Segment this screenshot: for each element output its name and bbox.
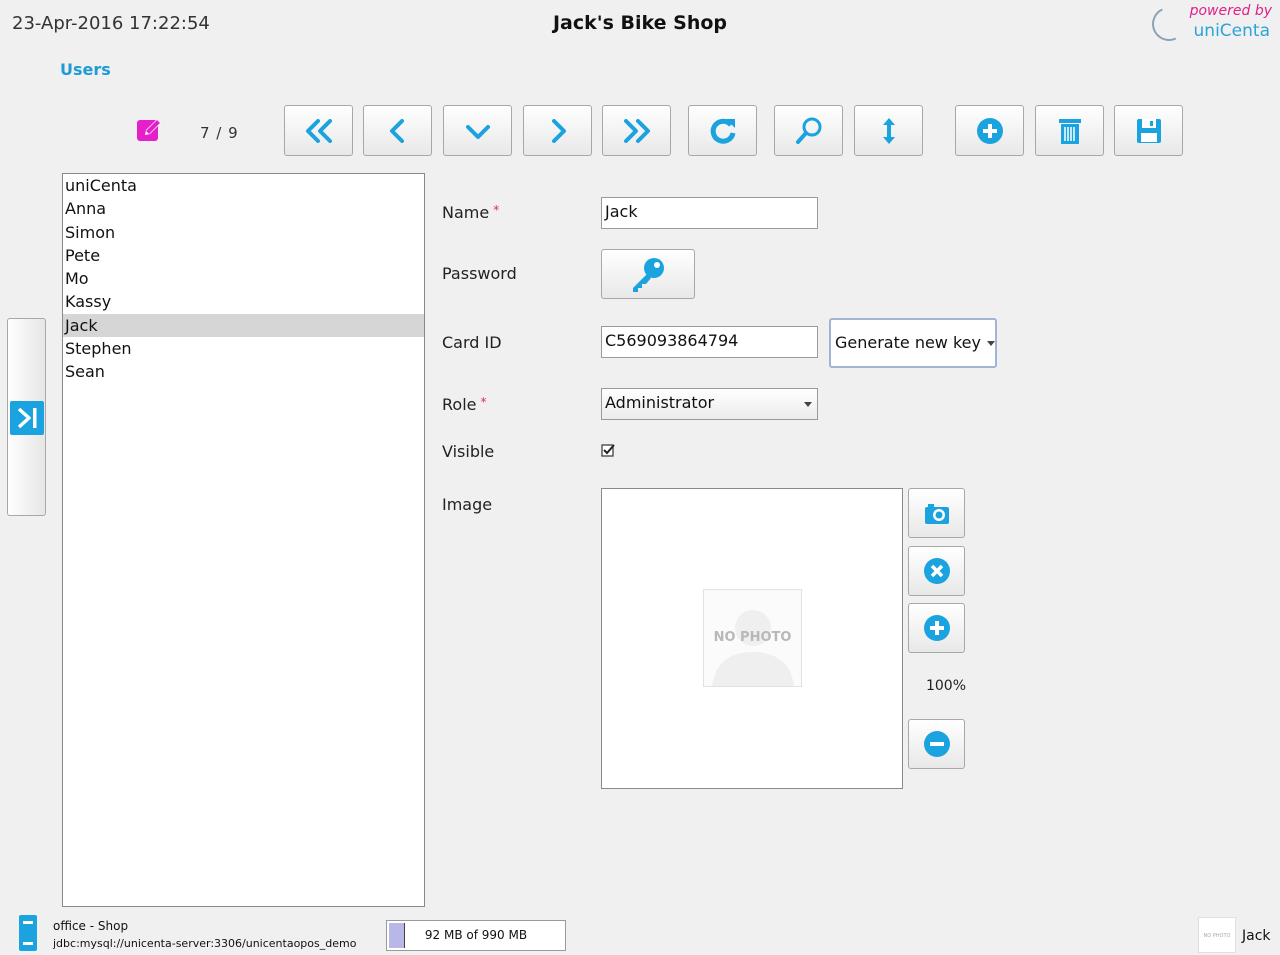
side-panel-toggle[interactable] bbox=[7, 318, 46, 516]
user-list[interactable]: uniCenta Anna Simon Pete Mo Kassy Jack S… bbox=[62, 173, 425, 907]
search-icon bbox=[795, 117, 821, 144]
minus-circle-icon bbox=[923, 731, 950, 757]
generate-key-label: Generate new key bbox=[835, 333, 981, 352]
memory-usage-bar[interactable]: 92 MB of 990 MB bbox=[386, 920, 566, 951]
page-title: Users bbox=[60, 60, 111, 79]
double-chevron-left-icon bbox=[305, 118, 332, 143]
password-button[interactable] bbox=[601, 249, 695, 299]
list-item[interactable]: Simon bbox=[63, 221, 424, 244]
no-photo-text: NO PHOTO bbox=[713, 630, 792, 645]
server-icon bbox=[19, 915, 37, 951]
zoom-level: 100% bbox=[925, 678, 967, 694]
reload-button[interactable] bbox=[688, 105, 757, 156]
list-item[interactable]: Mo bbox=[63, 267, 424, 290]
edit-icon bbox=[135, 115, 165, 145]
first-record-button[interactable] bbox=[284, 105, 353, 156]
new-record-button[interactable] bbox=[955, 105, 1024, 156]
card-id-label: Card ID bbox=[442, 333, 502, 352]
name-field[interactable]: Jack bbox=[601, 197, 818, 229]
sort-button[interactable] bbox=[854, 105, 923, 156]
last-record-button[interactable] bbox=[602, 105, 671, 156]
list-item[interactable]: Pete bbox=[63, 244, 424, 267]
brand-ring-icon bbox=[1147, 2, 1191, 46]
zoom-in-button[interactable] bbox=[908, 603, 965, 653]
chevron-down-icon bbox=[465, 124, 490, 139]
chevron-down-icon bbox=[804, 402, 812, 407]
refresh-icon bbox=[710, 118, 735, 144]
visible-checkbox[interactable] bbox=[601, 443, 616, 458]
delete-record-button[interactable] bbox=[1035, 105, 1104, 156]
list-item[interactable]: uniCenta bbox=[63, 174, 424, 197]
search-button[interactable] bbox=[774, 105, 843, 156]
required-marker: * bbox=[480, 395, 487, 409]
user-avatar: NO PHOTO bbox=[1198, 917, 1236, 953]
previous-record-button[interactable] bbox=[363, 105, 432, 156]
sort-vertical-icon bbox=[882, 117, 895, 144]
chevron-left-icon bbox=[389, 118, 404, 143]
trash-icon bbox=[1058, 118, 1081, 144]
key-icon bbox=[633, 258, 664, 292]
image-label: Image bbox=[442, 495, 493, 514]
role-select[interactable]: Administrator bbox=[601, 388, 818, 420]
name-label-text: Name bbox=[442, 203, 490, 222]
next-record-button[interactable] bbox=[523, 105, 592, 156]
save-record-button[interactable] bbox=[1114, 105, 1183, 156]
brand-name: uniCenta bbox=[1193, 21, 1270, 41]
plus-circle-icon bbox=[976, 117, 1003, 144]
brand-logo: powered by uniCenta bbox=[1147, 2, 1272, 46]
required-marker: * bbox=[493, 203, 500, 217]
down-button[interactable] bbox=[443, 105, 512, 156]
record-counter: 7 / 9 bbox=[200, 124, 239, 142]
status-location: office - Shop bbox=[53, 919, 129, 933]
current-user[interactable]: Jack bbox=[1242, 928, 1271, 944]
card-id-field[interactable]: C569093864794 bbox=[601, 326, 818, 358]
shop-title: Jack's Bike Shop bbox=[552, 12, 727, 34]
list-item[interactable]: Kassy bbox=[63, 290, 424, 313]
chevron-right-icon bbox=[551, 118, 566, 143]
clear-image-button[interactable] bbox=[908, 546, 965, 596]
visible-label: Visible bbox=[442, 442, 495, 461]
camera-icon bbox=[924, 504, 949, 524]
camera-button[interactable] bbox=[908, 488, 965, 538]
expand-right-icon bbox=[10, 401, 44, 435]
status-db-url: jdbc:mysql://unicenta-server:3306/unicen… bbox=[53, 937, 357, 950]
double-chevron-right-icon bbox=[623, 118, 650, 143]
list-item[interactable]: Sean bbox=[63, 360, 424, 383]
generate-key-dropdown[interactable]: Generate new key bbox=[829, 318, 997, 368]
memory-usage-text: 92 MB of 990 MB bbox=[424, 928, 528, 942]
chevron-down-icon bbox=[986, 341, 995, 346]
brand-tagline: powered by bbox=[1189, 3, 1272, 19]
plus-circle-icon bbox=[923, 615, 950, 641]
zoom-out-button[interactable] bbox=[908, 719, 965, 769]
image-preview: NO PHOTO bbox=[601, 488, 903, 789]
name-label: Name * bbox=[442, 203, 499, 222]
role-label: Role * bbox=[442, 395, 486, 414]
list-item[interactable]: Anna bbox=[63, 197, 424, 220]
list-item[interactable]: Stephen bbox=[63, 337, 424, 360]
password-label: Password bbox=[442, 264, 517, 283]
close-circle-icon bbox=[923, 558, 950, 584]
no-photo-placeholder: NO PHOTO bbox=[703, 589, 802, 687]
role-value: Administrator bbox=[605, 393, 715, 412]
role-label-text: Role bbox=[442, 395, 477, 414]
list-item-selected[interactable]: Jack bbox=[63, 313, 424, 338]
save-icon bbox=[1136, 118, 1161, 143]
